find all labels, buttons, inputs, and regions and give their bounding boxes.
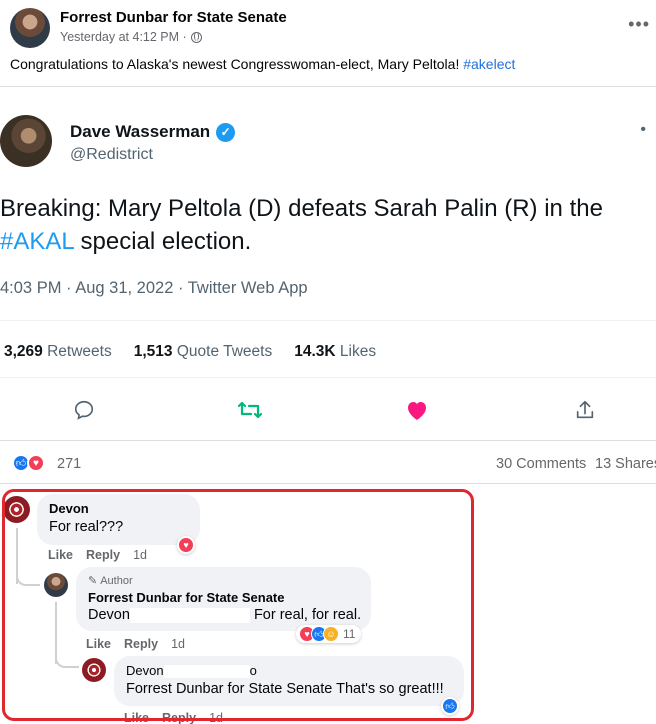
highlight-box: [2, 489, 474, 721]
post-header: Forrest Dunbar for State Senate Yesterda…: [10, 8, 650, 48]
tweet-timestamp: 4:03 PM · Aug 31, 2022 · Twitter Web App: [0, 279, 308, 297]
page-name[interactable]: Forrest Dunbar for State Senate: [60, 9, 287, 26]
tweet-more-icon: •: [640, 121, 646, 138]
tweet-stats: 3,269 Retweets 1,513 Quote Tweets 14.3K …: [4, 343, 376, 361]
post-meta: Yesterday at 4:12 PM ·: [60, 30, 202, 44]
reaction-icons[interactable]: 👍︎ ♥: [12, 454, 45, 472]
tweet-hashtag: #AKAL: [0, 228, 74, 255]
tweet-author: Dave Wasserman ✓: [70, 122, 236, 142]
divider: [0, 377, 656, 378]
more-options-icon[interactable]: •••: [628, 14, 650, 35]
quote-label: Quote Tweets: [176, 343, 273, 360]
tweet-actions: [0, 395, 656, 425]
retweets-count: 3,269: [4, 343, 43, 360]
like-heart-icon: [402, 395, 432, 425]
retweets-stat: 3,269 Retweets: [4, 343, 112, 361]
reactions-bar: 👍︎ ♥ 271 30 Comments 13 Shares: [0, 440, 656, 484]
tweet-handle: @Redistrict: [70, 146, 153, 163]
post-hashtag[interactable]: #akelect: [463, 56, 515, 72]
love-reaction-icon: ♥: [27, 454, 45, 472]
likes-count: 14.3K: [294, 343, 336, 360]
quote-tweets-stat: 1,513 Quote Tweets: [134, 343, 272, 361]
tweet-avatar: [0, 115, 52, 167]
likes-stat: 14.3K Likes: [294, 343, 376, 361]
globe-icon: [190, 31, 202, 43]
page-avatar[interactable]: [10, 8, 50, 48]
shares-count[interactable]: 13 Shares: [595, 456, 656, 472]
tweet-author-name: Dave Wasserman: [70, 122, 211, 141]
verified-badge-icon: ✓: [216, 122, 236, 142]
quote-count: 1,513: [133, 343, 173, 360]
comments-count[interactable]: 30 Comments: [496, 456, 586, 472]
share-icon: [570, 395, 600, 425]
tweet-text: Breaking: Mary Peltola (D) defeats Sarah…: [0, 192, 650, 258]
reply-icon: [69, 395, 99, 425]
embedded-tweet[interactable]: Dave Wasserman ✓ @Redistrict • Breaking:…: [0, 87, 656, 440]
tweet-text-part2: special election.: [73, 228, 252, 255]
retweet-icon: [235, 395, 265, 425]
post-text-body: Congratulations to Alaska's newest Congr…: [10, 56, 464, 72]
reaction-count[interactable]: 271: [57, 456, 81, 472]
divider: [0, 320, 656, 321]
tweet-text-part1: Breaking: Mary Peltola (D) defeats Sarah…: [0, 195, 603, 222]
likes-label: Likes: [339, 343, 377, 360]
retweets-label: Retweets: [47, 343, 112, 360]
post-text: Congratulations to Alaska's newest Congr…: [10, 56, 515, 72]
post-timestamp[interactable]: Yesterday at 4:12 PM ·: [60, 30, 187, 44]
